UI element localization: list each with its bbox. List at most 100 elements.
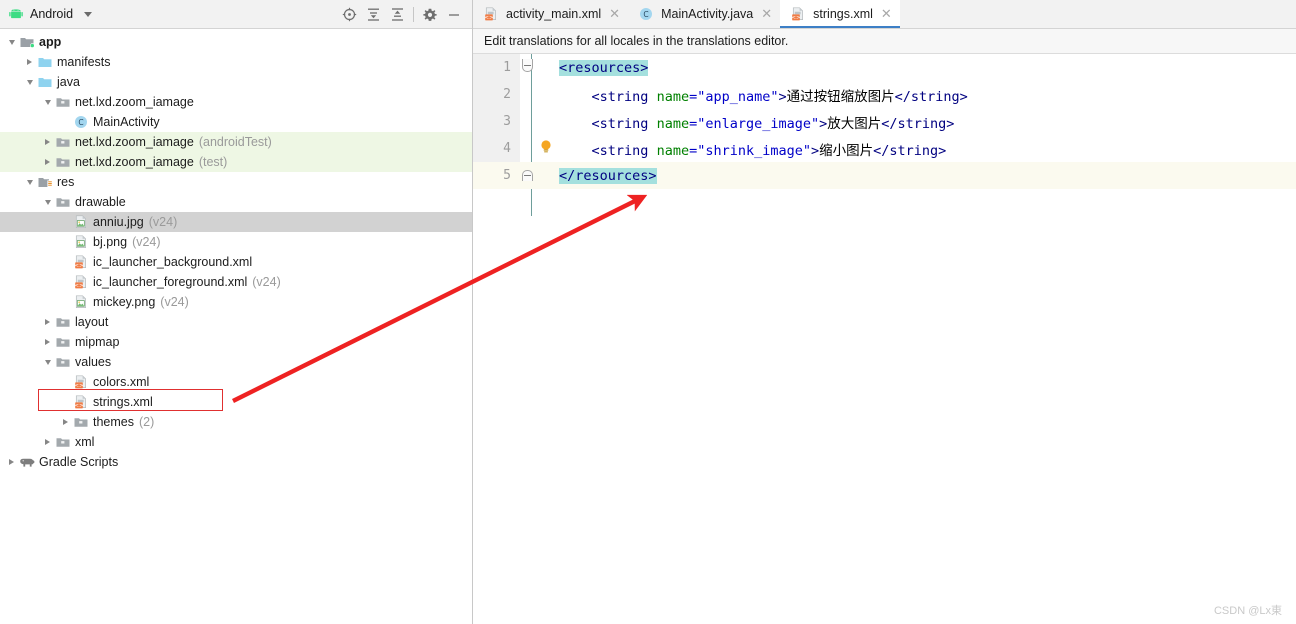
fold-gutter[interactable] xyxy=(520,108,533,135)
project-view-selector[interactable]: Android xyxy=(0,7,93,21)
editor-tab[interactable]: C MainActivity.java ✕ xyxy=(628,0,780,28)
tree-row[interactable]: xml xyxy=(0,432,472,452)
editor-tab-label: strings.xml xyxy=(813,6,873,21)
code-token: </string> xyxy=(873,142,947,159)
chevron-down-icon[interactable] xyxy=(41,192,54,212)
tree-row[interactable]: res xyxy=(0,172,472,192)
tree-row[interactable]: app xyxy=(0,32,472,52)
close-icon[interactable]: ✕ xyxy=(881,7,892,20)
code-token: 放大图片 xyxy=(827,115,882,132)
tree-row[interactable]: <> ic_launcher_background.xml xyxy=(0,252,472,272)
tree-item-label: bj.png xyxy=(93,235,128,249)
code-line[interactable]: 2 <string name="app_name">通过按钮缩放图片</stri… xyxy=(473,81,1296,108)
chevron-right-icon[interactable] xyxy=(41,432,54,452)
chevron-right-icon[interactable] xyxy=(23,52,36,72)
code-line[interactable]: 3 <string name="enlarge_image">放大图片</str… xyxy=(473,108,1296,135)
chevron-down-icon[interactable] xyxy=(41,352,54,372)
tree-item-label: mickey.png xyxy=(93,295,156,309)
intention-gutter[interactable] xyxy=(533,135,559,162)
tree-row[interactable]: net.lxd.zoom_iamage (test) xyxy=(0,152,472,172)
tree-row[interactable]: manifests xyxy=(0,52,472,72)
notification-message: Edit translations for all locales in the… xyxy=(484,34,789,48)
chevron-right-icon[interactable] xyxy=(5,452,18,472)
chevron-down-icon[interactable] xyxy=(84,11,93,17)
tree-row[interactable]: <> colors.xml xyxy=(0,372,472,392)
tree-item-qualifier: (v24) xyxy=(160,295,189,309)
tree-item-label: java xyxy=(57,75,80,89)
tree-row[interactable]: anniu.jpg (v24) xyxy=(0,212,472,232)
code-token: ="enlarge_image" xyxy=(689,115,820,132)
chevron-right-icon[interactable] xyxy=(41,332,54,352)
chevron-down-icon[interactable] xyxy=(5,32,18,52)
image-file-icon xyxy=(72,214,90,230)
tree-row[interactable]: C MainActivity xyxy=(0,112,472,132)
code-line[interactable]: 5 </resources> xyxy=(473,162,1296,189)
gear-icon[interactable] xyxy=(418,3,442,27)
close-icon[interactable]: ✕ xyxy=(609,7,620,20)
tree-row[interactable]: themes (2) xyxy=(0,412,472,432)
fold-gutter[interactable] xyxy=(520,162,533,189)
tree-row[interactable]: net.lxd.zoom_iamage xyxy=(0,92,472,112)
close-icon[interactable]: ✕ xyxy=(761,7,772,20)
tree-item-qualifier: (v24) xyxy=(132,235,161,249)
chevron-right-icon[interactable] xyxy=(41,312,54,332)
tree-row[interactable]: values xyxy=(0,352,472,372)
tree-row[interactable]: mipmap xyxy=(0,332,472,352)
tree-row[interactable]: <> strings.xml xyxy=(0,392,472,412)
svg-text:<>: <> xyxy=(74,263,83,269)
tree-item-label: values xyxy=(75,355,112,369)
intention-gutter[interactable] xyxy=(533,81,559,108)
chevron-right-icon[interactable] xyxy=(59,412,72,432)
minimize-icon[interactable] xyxy=(442,3,466,27)
chevron-down-icon[interactable] xyxy=(23,72,36,92)
tree-row[interactable]: Gradle Scripts xyxy=(0,452,472,472)
tree-item-label: Gradle Scripts xyxy=(39,455,119,469)
tree-arrow-none xyxy=(59,232,72,252)
intention-gutter[interactable] xyxy=(533,54,559,81)
collapse-all-icon[interactable] xyxy=(385,3,409,27)
project-panel-title: Android xyxy=(30,7,74,21)
code-line-text: <string name="shrink_image">缩小图片</string… xyxy=(559,139,947,159)
tree-item-label: net.lxd.zoom_iamage xyxy=(75,135,194,149)
tree-row[interactable]: <> ic_launcher_foreground.xml (v24) xyxy=(0,272,472,292)
tree-row[interactable]: bj.png (v24) xyxy=(0,232,472,252)
chevron-right-icon[interactable] xyxy=(41,132,54,152)
intention-gutter[interactable] xyxy=(533,108,559,135)
fold-gutter[interactable] xyxy=(520,54,533,81)
chevron-down-icon[interactable] xyxy=(41,92,54,112)
xml-code-editor[interactable]: 1 <resources> 2 <string name="app_name">通过… xyxy=(473,54,1296,624)
chevron-down-icon[interactable] xyxy=(23,172,36,192)
code-token: > xyxy=(811,142,820,159)
code-line[interactable]: 4 <string name="shrink_image">缩小图片</stri… xyxy=(473,135,1296,162)
chevron-right-icon[interactable] xyxy=(41,152,54,172)
tree-row[interactable]: layout xyxy=(0,312,472,332)
tree-arrow-none xyxy=(59,112,72,132)
tree-item-qualifier: (test) xyxy=(198,155,228,169)
tree-row[interactable]: java xyxy=(0,72,472,92)
intention-gutter[interactable] xyxy=(533,162,559,189)
editor-tab[interactable]: <> strings.xml ✕ xyxy=(780,0,900,28)
project-file-tree[interactable]: app manifests java net.lxd.zoom_iamage C Main… xyxy=(0,29,472,624)
code-token: 通过按钮缩放图片 xyxy=(786,88,895,105)
fold-gutter[interactable] xyxy=(520,81,533,108)
tree-row[interactable]: net.lxd.zoom_iamage (androidTest) xyxy=(0,132,472,152)
intention-bulb-icon[interactable] xyxy=(539,139,553,158)
expand-all-icon[interactable] xyxy=(361,3,385,27)
fold-gutter[interactable] xyxy=(520,135,533,162)
tree-row[interactable]: drawable xyxy=(0,192,472,212)
tree-arrow-none xyxy=(59,272,72,292)
code-line[interactable]: 1 <resources> xyxy=(473,54,1296,81)
editor-tab[interactable]: <> activity_main.xml ✕ xyxy=(473,0,628,28)
tree-row[interactable]: mickey.png (v24) xyxy=(0,292,472,312)
svg-text:<>: <> xyxy=(792,15,801,21)
locate-target-icon[interactable] xyxy=(337,3,361,27)
